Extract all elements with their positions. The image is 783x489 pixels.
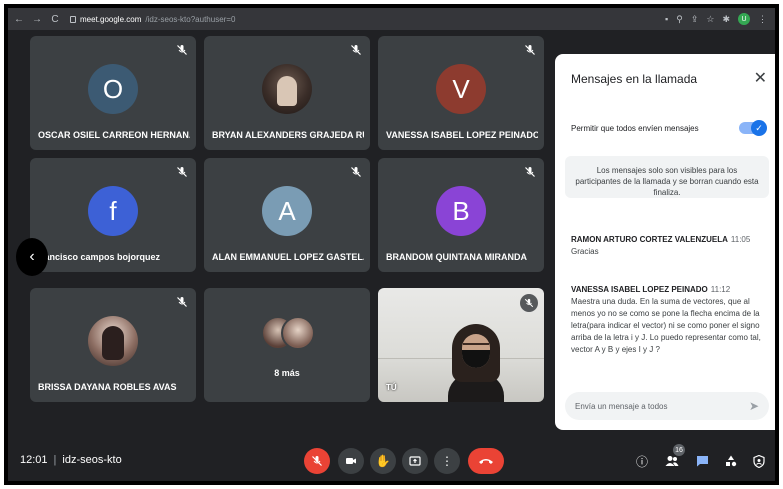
avatar: A xyxy=(262,186,312,236)
participant-name: ALAN EMMANUEL LOPEZ GASTEL... xyxy=(212,252,364,262)
mic-off-icon xyxy=(177,297,187,307)
activities-icon[interactable] xyxy=(722,452,740,470)
self-label: TÚ xyxy=(386,383,397,392)
mic-off-icon xyxy=(312,456,322,466)
share-icon[interactable]: ⇪ xyxy=(691,14,699,25)
avatar: B xyxy=(436,186,486,236)
hang-up-icon xyxy=(479,459,493,464)
zoom-icon[interactable]: ⚲ xyxy=(676,14,683,25)
mic-off-icon xyxy=(525,45,535,55)
message-sender: RAMON ARTURO CORTEZ VALENZUELA xyxy=(571,235,728,244)
previous-page-button[interactable]: ‹ xyxy=(16,238,48,276)
chat-input-placeholder: Envía un mensaje a todos xyxy=(575,401,668,411)
participant-tile[interactable]: O OSCAR OSIEL CARREON HERNAN... xyxy=(30,36,196,150)
microphone-button[interactable] xyxy=(304,448,330,474)
mic-off-icon xyxy=(351,45,361,55)
participant-name: OSCAR OSIEL CARREON HERNAN... xyxy=(38,130,190,140)
avatar-photo xyxy=(281,316,315,350)
more-options-button[interactable]: ⋮ xyxy=(434,448,460,474)
hand-icon: ✋ xyxy=(375,454,391,468)
participant-name: francisco campos bojorquez xyxy=(38,252,161,262)
self-video-feed xyxy=(448,324,504,402)
chat-message: VANESSA ISABEL LOPEZ PEINADO 11:12 Maestr… xyxy=(571,284,765,356)
mic-off-icon xyxy=(177,45,187,55)
message-time: 11:05 xyxy=(730,235,751,244)
participant-tile[interactable]: BRISSA DAYANA ROBLES AVAS xyxy=(30,288,196,402)
mic-off-icon xyxy=(177,167,187,177)
mic-off-icon xyxy=(525,167,535,177)
message-time: 11:12 xyxy=(710,285,731,294)
send-icon[interactable]: ➤ xyxy=(749,399,759,413)
reload-icon[interactable]: C xyxy=(48,14,62,25)
host-controls-icon[interactable] xyxy=(750,452,768,470)
close-icon[interactable]: ✕ xyxy=(754,68,767,88)
participant-name: VANESSA ISABEL LOPEZ PEINADO xyxy=(386,130,538,140)
participant-tile[interactable]: BRYAN ALEXANDERS GRAJEDA RU... xyxy=(204,36,370,150)
url-host: meet.google.com xyxy=(80,14,142,24)
camera-button[interactable] xyxy=(338,448,364,474)
mic-off-icon xyxy=(351,167,361,177)
profile-avatar[interactable]: U xyxy=(738,13,750,25)
present-screen-button[interactable] xyxy=(402,448,428,474)
avatar: f xyxy=(88,186,138,236)
raise-hand-button[interactable]: ✋ xyxy=(370,448,396,474)
chat-icon[interactable] xyxy=(693,452,711,470)
browser-actions: ▪ ⚲ ⇪ ☆ ✱ U ⋮ xyxy=(665,13,767,25)
message-text: Maestra una duda. En la suma de vectores… xyxy=(571,297,761,354)
message-sender: VANESSA ISABEL LOPEZ PEINADO xyxy=(571,285,708,294)
allow-messages-toggle[interactable]: ✓ xyxy=(739,120,767,136)
participant-tile[interactable]: B BRANDOM QUINTANA MIRANDA xyxy=(378,158,544,272)
meeting-details-icon[interactable]: ⓘ xyxy=(633,452,651,470)
message-text: Gracias xyxy=(571,247,599,256)
avatar-photo xyxy=(262,64,312,114)
avatar-photo xyxy=(88,316,138,366)
meeting-info: 12:01 | idz-seos-kto xyxy=(20,454,122,466)
menu-dots-icon[interactable]: ⋮ xyxy=(758,14,767,25)
participant-name: BRYAN ALEXANDERS GRAJEDA RU... xyxy=(212,130,364,140)
more-vert-icon: ⋮ xyxy=(441,454,453,468)
more-participants-label: 8 más xyxy=(274,368,300,378)
meeting-controls-bar: 12:01 | idz-seos-kto ✋ ⋮ ⓘ 16 xyxy=(8,440,775,481)
camera-indicator-icon[interactable]: ▪ xyxy=(665,14,668,24)
url-path: /idz-seos-kto?authuser=0 xyxy=(145,14,236,24)
allow-messages-label: Permitir que todos envíen mensajes xyxy=(571,123,699,133)
self-mute-indicator xyxy=(520,294,538,312)
participant-count-badge: 16 xyxy=(673,444,685,456)
meeting-time: 12:01 xyxy=(20,454,48,466)
mic-off-icon xyxy=(524,298,534,308)
chat-panel: Mensajes en la llamada ✕ Permitir que to… xyxy=(555,54,775,430)
chat-message-input[interactable]: Envía un mensaje a todos ➤ xyxy=(565,392,769,420)
check-icon: ✓ xyxy=(751,120,767,136)
more-participants-tile[interactable]: 8 más xyxy=(204,288,370,402)
address-bar[interactable]: meet.google.com/idz-seos-kto?authuser=0 xyxy=(70,15,235,24)
stacked-avatars xyxy=(257,316,317,356)
present-icon xyxy=(409,456,421,466)
allow-messages-row: Permitir que todos envíen mensajes ✓ xyxy=(571,120,767,136)
avatar: O xyxy=(88,64,138,114)
people-icon[interactable]: 16 xyxy=(663,444,685,470)
screenshot-frame: ← → C meet.google.com/idz-seos-kto?authu… xyxy=(4,4,779,485)
forward-icon[interactable]: → xyxy=(30,14,44,25)
bookmark-star-icon[interactable]: ☆ xyxy=(706,14,714,25)
meet-window: ← → C meet.google.com/idz-seos-kto?authu… xyxy=(8,8,775,481)
chevron-left-icon: ‹ xyxy=(29,248,35,265)
lock-icon xyxy=(70,15,76,23)
extensions-icon[interactable]: ✱ xyxy=(722,14,730,25)
meeting-code: idz-seos-kto xyxy=(62,454,122,466)
leave-call-button[interactable] xyxy=(468,448,504,474)
avatar: V xyxy=(436,64,486,114)
video-camera-icon xyxy=(346,458,356,464)
back-icon[interactable]: ← xyxy=(12,14,26,25)
chat-title: Mensajes en la llamada xyxy=(571,72,698,86)
self-video-tile[interactable]: TÚ xyxy=(378,288,544,402)
browser-toolbar: ← → C meet.google.com/idz-seos-kto?authu… xyxy=(8,8,775,30)
participant-name: BRANDOM QUINTANA MIRANDA xyxy=(386,252,527,262)
participant-tile[interactable]: A ALAN EMMANUEL LOPEZ GASTEL... xyxy=(204,158,370,272)
participant-tile[interactable]: V VANESSA ISABEL LOPEZ PEINADO xyxy=(378,36,544,150)
participant-tile[interactable]: f francisco campos bojorquez xyxy=(30,158,196,272)
chat-info-notice: Los mensajes solo son visibles para los … xyxy=(565,156,769,198)
participant-name: BRISSA DAYANA ROBLES AVAS xyxy=(38,382,177,392)
chat-message: RAMON ARTURO CORTEZ VALENZUELA 11:05 Grac… xyxy=(571,234,765,258)
